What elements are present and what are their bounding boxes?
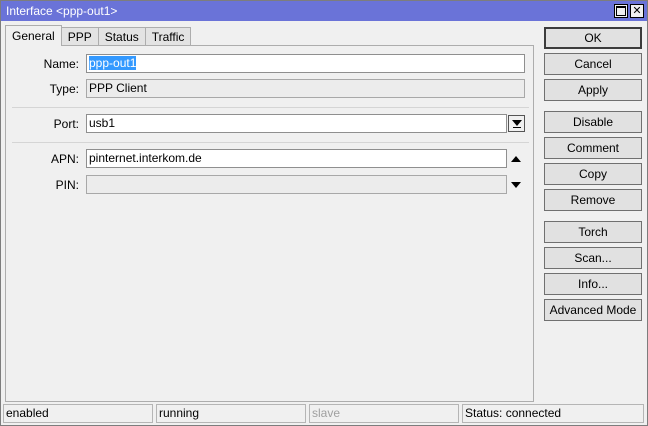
tab-general[interactable]: General <box>5 25 62 46</box>
name-label: Name: <box>43 57 79 71</box>
apn-input[interactable]: pinternet.interkom.de <box>86 149 507 168</box>
apn-row: APN: pinternet.interkom.de <box>6 149 535 169</box>
status-enabled: enabled <box>3 404 153 423</box>
cancel-button[interactable]: Cancel <box>544 53 642 75</box>
scan-button[interactable]: Scan... <box>544 247 642 269</box>
chevron-down-icon <box>511 119 522 129</box>
remove-button[interactable]: Remove <box>544 189 642 211</box>
comment-button[interactable]: Comment <box>544 137 642 159</box>
pin-input[interactable] <box>86 175 507 194</box>
status-connection: Status: connected <box>462 404 644 423</box>
window-title: Interface <ppp-out1> <box>6 4 118 18</box>
status-running: running <box>156 404 306 423</box>
tab-traffic[interactable]: Traffic <box>144 27 192 46</box>
title-bar[interactable]: Interface <ppp-out1> ✕ <box>1 1 647 21</box>
maximize-icon[interactable] <box>614 4 628 18</box>
type-field: PPP Client <box>86 79 525 98</box>
type-row: Type: PPP Client <box>6 79 535 99</box>
port-row: Port: usb1 <box>6 114 535 134</box>
copy-button[interactable]: Copy <box>544 163 642 185</box>
port-select[interactable]: usb1 <box>86 114 507 133</box>
torch-button[interactable]: Torch <box>544 221 642 243</box>
disable-button[interactable]: Disable <box>544 111 642 133</box>
general-panel: Name: ppp-out1 Type: PPP Client Port: us… <box>5 45 534 402</box>
separator <box>12 142 529 143</box>
name-value: ppp-out1 <box>89 56 137 70</box>
collapse-up-icon[interactable] <box>511 156 521 162</box>
tab-ppp[interactable]: PPP <box>60 27 99 46</box>
status-slave: slave <box>309 404 459 423</box>
apply-button[interactable]: Apply <box>544 79 642 101</box>
port-label: Port: <box>53 117 79 131</box>
tab-status[interactable]: Status <box>97 27 146 46</box>
name-row: Name: ppp-out1 <box>6 54 535 74</box>
tab-bar: General PPP Status Traffic <box>5 25 192 46</box>
separator <box>12 107 529 108</box>
advanced-mode-button[interactable]: Advanced Mode <box>544 299 642 321</box>
pin-row: PIN: <box>6 175 535 195</box>
ok-button[interactable]: OK <box>544 27 642 49</box>
expand-down-icon[interactable] <box>511 182 521 188</box>
pin-label: PIN: <box>55 178 79 192</box>
close-icon[interactable]: ✕ <box>630 4 644 18</box>
interface-window: Interface <ppp-out1> ✕ General PPP Statu… <box>0 0 648 426</box>
port-dropdown-button[interactable] <box>508 115 525 132</box>
info-button[interactable]: Info... <box>544 273 642 295</box>
status-bar: enabled running slave Status: connected <box>3 404 645 424</box>
name-input[interactable]: ppp-out1 <box>86 54 525 73</box>
type-label: Type: <box>49 82 79 96</box>
apn-label: APN: <box>50 152 79 166</box>
